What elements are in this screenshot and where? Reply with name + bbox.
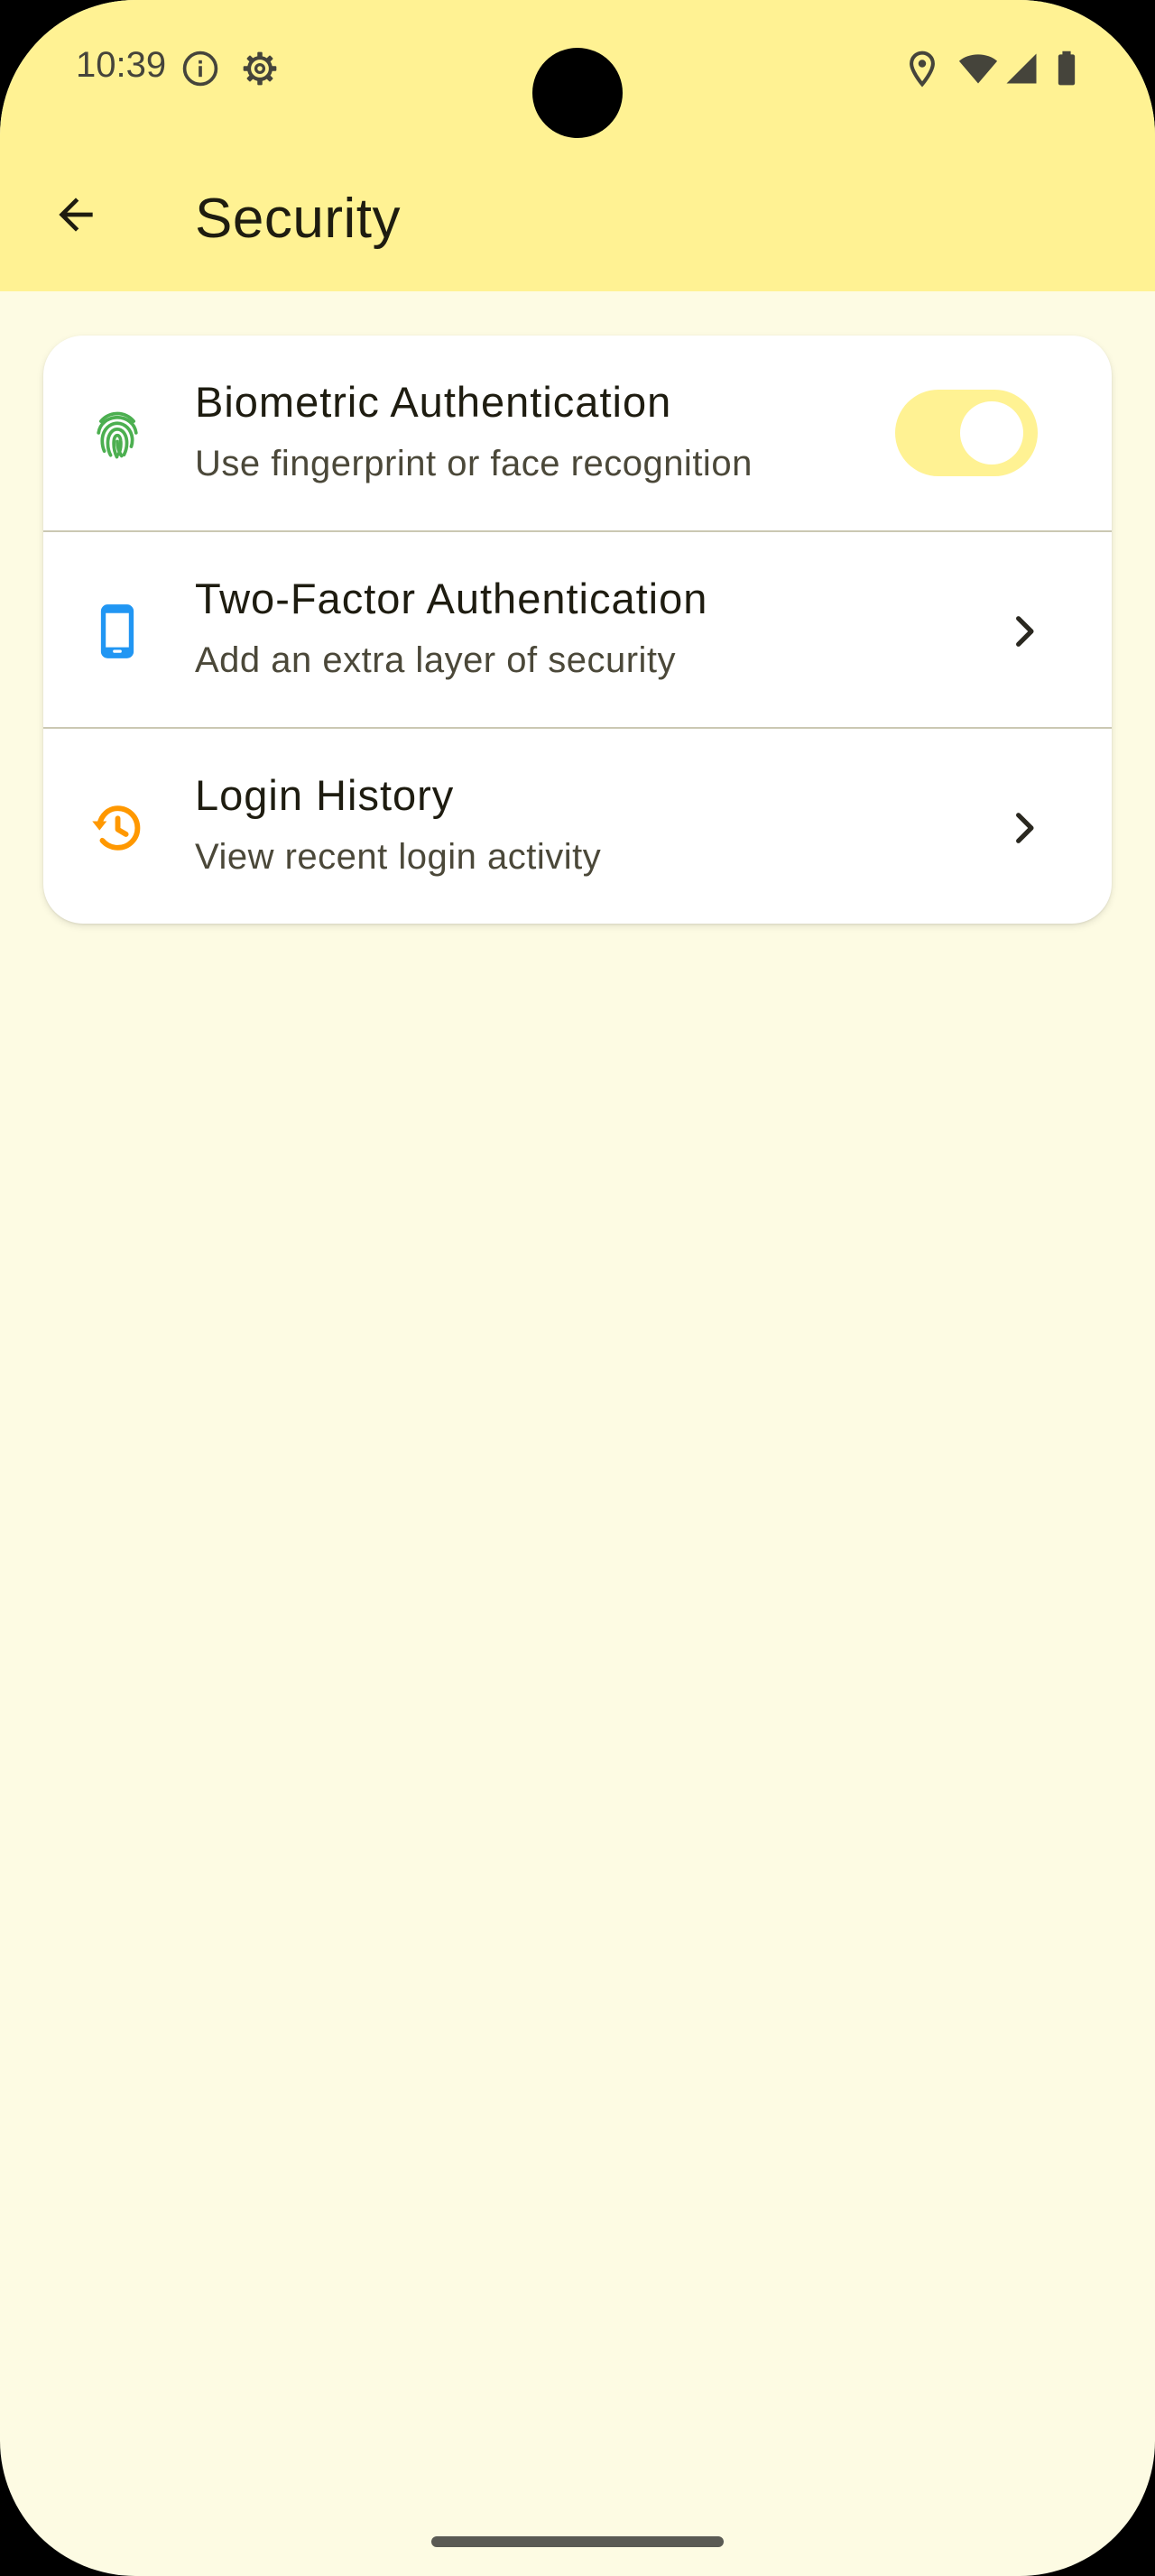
info-icon xyxy=(180,49,220,88)
location-icon xyxy=(902,49,942,88)
two-factor-authentication-subtitle: Add an extra layer of security xyxy=(195,640,677,680)
fingerprint-icon xyxy=(88,406,146,464)
page-title: Security xyxy=(195,188,401,250)
biometric-authentication-subtitle: Use fingerprint or face recognition xyxy=(195,444,753,483)
status-bar: 10:39 xyxy=(0,0,1155,140)
login-history-row[interactable]: Login History View recent login activity xyxy=(43,729,1112,924)
top-app-bar: 10:39 Security xyxy=(0,0,1155,291)
login-history-subtitle: View recent login activity xyxy=(195,837,602,877)
battery-icon xyxy=(1047,49,1086,88)
front-camera xyxy=(532,48,623,138)
login-history-title: Login History xyxy=(195,771,455,819)
back-button[interactable] xyxy=(34,162,117,271)
security-settings-card: Biometric Authentication Use fingerprint… xyxy=(43,336,1112,924)
two-factor-authentication-title: Two-Factor Authentication xyxy=(195,575,708,622)
chevron-right-icon xyxy=(1002,801,1049,855)
chevron-right-icon xyxy=(1002,604,1049,658)
two-factor-authentication-row[interactable]: Two-Factor Authentication Add an extra l… xyxy=(43,532,1112,728)
biometric-authentication-row[interactable]: Biometric Authentication Use fingerprint… xyxy=(43,336,1112,531)
screen: 10:39 Security Biometric Authentication … xyxy=(0,0,1155,2576)
biometric-authentication-title: Biometric Authentication xyxy=(195,378,672,426)
cell-signal-icon xyxy=(1002,49,1041,88)
settings-gear-icon xyxy=(240,49,280,88)
biometric-toggle-switch[interactable] xyxy=(895,390,1038,476)
phone-icon xyxy=(88,603,146,660)
toggle-knob xyxy=(960,401,1023,465)
status-time: 10:39 xyxy=(76,45,167,85)
history-icon xyxy=(88,799,146,857)
app-bar: Security xyxy=(0,162,1155,271)
phone-frame: 10:39 Security Biometric Authentication … xyxy=(0,0,1155,2576)
arrow-back-icon xyxy=(51,189,101,244)
home-gesture-bar[interactable] xyxy=(431,2536,724,2547)
wifi-icon xyxy=(958,49,998,88)
